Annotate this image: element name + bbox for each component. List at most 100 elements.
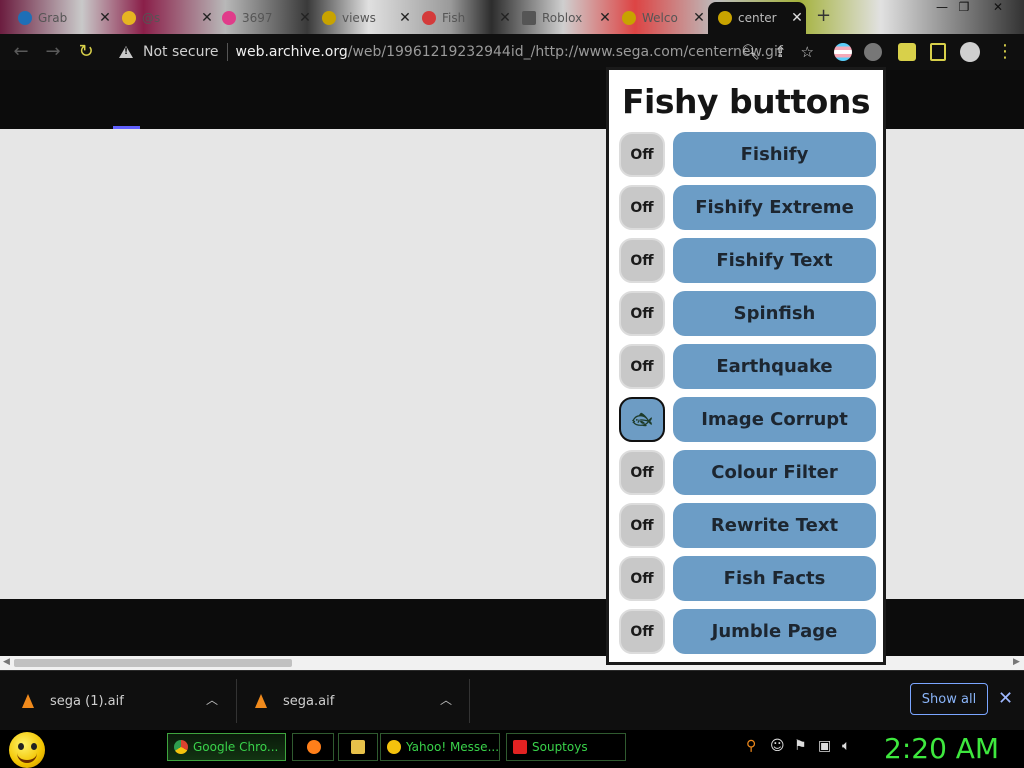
scrollbar-thumb[interactable] [14,659,292,667]
bookmark-star-icon[interactable]: ☆ [801,43,814,61]
tab[interactable]: 3697 ✕ [218,4,314,32]
tab-label: Welco [642,11,678,25]
back-button[interactable]: ← [10,41,32,63]
vlc-icon [22,694,34,708]
close-tab-icon[interactable]: ✕ [788,10,806,26]
chevron-up-icon[interactable]: ︿ [206,691,218,708]
tab[interactable]: Fish ✕ [418,4,514,32]
tab-label: @s [142,11,161,25]
scroll-right-icon[interactable]: ▶ [1013,657,1020,667]
close-tab-icon[interactable]: ✕ [96,10,114,26]
network-warning-icon[interactable]: ⚑ [794,738,807,754]
tab[interactable]: Welco ✕ [618,4,708,32]
chrome-icon [174,740,188,754]
tab-strip: Grab ✕ @s ✕ 3697 ✕ views ✕ Fish ✕ Roblox… [0,0,1024,34]
colour-filter-toggle[interactable]: Off [619,450,665,495]
download-item[interactable]: sega.aif [255,671,334,731]
earthquake-button[interactable]: Earthquake [673,344,876,389]
divider [226,43,228,61]
taskbar-chrome-button[interactable]: Google Chro... [167,733,286,761]
jumble-page-toggle[interactable]: Off [619,609,665,654]
colour-filter-button[interactable]: Colour Filter [673,450,876,495]
rewrite-text-toggle[interactable]: Off [619,503,665,548]
volume-icon[interactable]: 🔈︎ [842,738,850,754]
tab-active[interactable]: center ✕ [708,2,806,34]
messenger-tray-icon[interactable]: ☺ [770,738,785,754]
maximize-button[interactable]: ❐ [950,0,978,16]
rewrite-text-button[interactable]: Rewrite Text [673,503,876,548]
link-fragment[interactable] [113,126,140,129]
tab-label: 3697 [242,11,273,25]
fishify-extreme-row: Off Fishify Extreme [619,185,877,230]
skull-extension-icon[interactable] [864,43,882,61]
menu-icon[interactable]: ⋮ [994,41,1016,63]
reload-button[interactable]: ↻ [75,41,97,63]
show-all-button[interactable]: Show all [910,683,988,715]
image-corrupt-toggle[interactable]: 🐟︎ [619,397,665,442]
fishify-extreme-button[interactable]: Fishify Extreme [673,185,876,230]
spinfish-button[interactable]: Spinfish [673,291,876,336]
security-label[interactable]: Not secure [143,44,219,60]
rewrite-text-row: Off Rewrite Text [619,503,877,548]
chevron-up-icon[interactable]: ︿ [440,691,452,708]
close-tab-icon[interactable]: ✕ [690,10,708,26]
tab-label: center [738,11,777,25]
pride-flag-extension-icon[interactable] [834,43,852,61]
start-smiley-icon[interactable] [9,732,45,768]
download-shelf: sega (1).aif ︿ sega.aif ︿ [0,670,1024,730]
search-icon[interactable]: ⚲ [746,738,756,754]
tab-label: Roblox [542,11,583,25]
taskbar-yahoo-button[interactable]: Yahoo! Messe... [380,733,500,761]
taskbar-firefox-button[interactable] [292,733,334,761]
tab[interactable]: Grab ✕ [14,4,114,32]
taskbar-button-label: Souptoys [532,740,588,754]
download-item[interactable]: sega (1).aif [22,671,124,731]
new-tab-button[interactable]: + [816,5,831,26]
close-tab-icon[interactable]: ✕ [296,10,314,26]
profile-avatar-icon[interactable] [960,42,980,62]
tab[interactable]: @s ✕ [118,4,216,32]
earthquake-row: Off Earthquake [619,344,877,389]
folder-icon [351,740,365,754]
vlc-icon [255,694,267,708]
fishify-text-toggle[interactable]: Off [619,238,665,283]
earthquake-toggle[interactable]: Off [619,344,665,389]
jumble-page-row: Off Jumble Page [619,609,877,654]
fish-icon: 🐟︎ [631,410,653,429]
scroll-left-icon[interactable]: ◀ [3,657,10,667]
image-corrupt-button[interactable]: Image Corrupt [673,397,876,442]
flickr-icon [222,11,236,25]
close-tab-icon[interactable]: ✕ [396,10,414,26]
close-window-button[interactable]: ✕ [984,0,1012,16]
omnibox-actions: 🔍︎ ⇪ ☆ [741,38,814,66]
address-bar[interactable]: Not secure web.archive.org/web/199612192… [110,38,822,66]
warning-icon[interactable] [119,46,133,58]
share-icon[interactable]: ⇪ [774,43,787,61]
jumble-page-button[interactable]: Jumble Page [673,609,876,654]
site-icon [422,11,436,25]
tab[interactable]: Roblox ✕ [518,4,614,32]
close-tab-icon[interactable]: ✕ [198,10,216,26]
spinfish-toggle[interactable]: Off [619,291,665,336]
zoom-icon[interactable]: 🔍︎ [741,43,760,61]
sidebar-icon[interactable] [930,43,946,61]
taskbar-explorer-button[interactable] [338,733,378,761]
wordpress-icon [18,11,32,25]
popup-title: Fishy buttons [622,82,870,121]
forward-button[interactable]: → [42,41,64,63]
tab[interactable]: views ✕ [318,4,414,32]
taskbar-souptoys-button[interactable]: Souptoys [506,733,626,761]
fishify-button[interactable]: Fishify [673,132,876,177]
fishify-text-button[interactable]: Fishify Text [673,238,876,283]
puzzle-extensions-icon[interactable] [898,43,916,61]
close-downloads-icon[interactable]: ✕ [998,688,1013,709]
close-tab-icon[interactable]: ✕ [596,10,614,26]
fishify-extreme-toggle[interactable]: Off [619,185,665,230]
taskbar-clock[interactable]: 2:20 AM [884,730,999,768]
fish-facts-toggle[interactable]: Off [619,556,665,601]
close-tab-icon[interactable]: ✕ [496,10,514,26]
network-icon[interactable]: ▣ [818,738,831,754]
fishify-toggle[interactable]: Off [619,132,665,177]
fish-facts-button[interactable]: Fish Facts [673,556,876,601]
fishify-row: Off Fishify [619,132,877,177]
